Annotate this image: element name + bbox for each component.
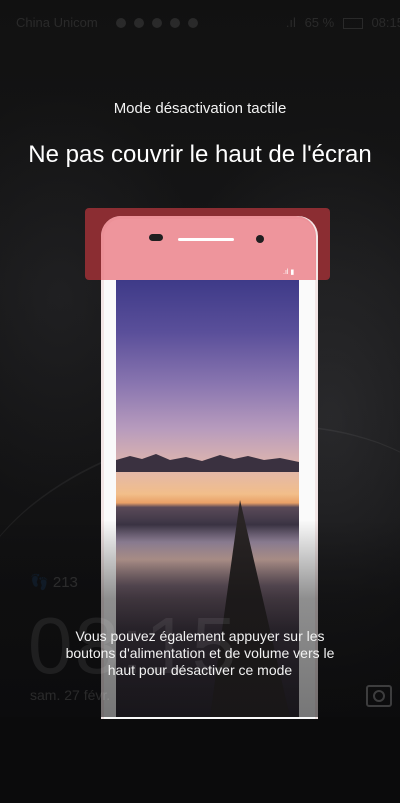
battery-percent: 65 % <box>304 15 335 30</box>
status-bar: China Unicom .ıl 65 % 08:15 <box>0 0 400 44</box>
mode-title: Mode désactivation tactile <box>113 100 287 117</box>
camera-icon[interactable] <box>366 685 392 707</box>
hint-text: Vous pouvez également appuyer sur les bo… <box>65 628 335 678</box>
screen-status-icons: .ıl ▮ <box>283 269 295 276</box>
lockscreen-date: sam. 27 févr. <box>30 687 111 703</box>
sensor-illustration <box>256 235 264 243</box>
notification-icon <box>188 18 198 28</box>
mountain-silhouette <box>116 454 299 472</box>
carrier-label: China Unicom <box>16 15 98 30</box>
notification-icons <box>116 16 206 31</box>
front-camera-illustration <box>149 234 163 241</box>
notification-icon <box>152 18 162 28</box>
notification-icon <box>134 18 144 28</box>
status-right: .ıl 65 % 08:15 <box>281 15 400 30</box>
status-time: 08:15 <box>371 15 400 30</box>
notification-icon <box>116 18 126 28</box>
signal-icon: .ıl <box>285 15 296 30</box>
earpiece-illustration <box>178 238 234 241</box>
notification-icon <box>170 18 180 28</box>
step-counter: 👣 213 <box>30 573 78 591</box>
battery-icon <box>342 18 363 30</box>
footsteps-icon: 👣 <box>30 574 49 591</box>
step-count: 213 <box>52 574 78 591</box>
instruction-heading: Ne pas couvrir le haut de l'écran <box>28 141 372 168</box>
